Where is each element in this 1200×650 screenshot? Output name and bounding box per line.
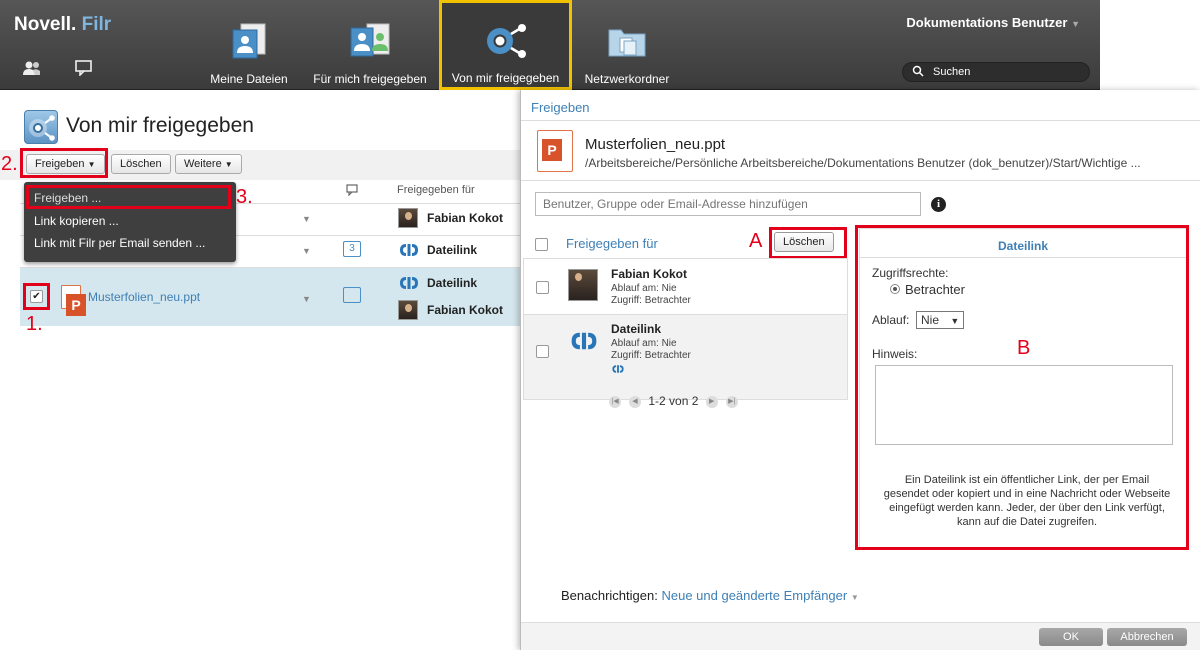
shared-with-me-icon bbox=[347, 22, 393, 63]
dialog-footer: OK Abbrechen bbox=[521, 622, 1200, 650]
next-page-icon[interactable]: ▶ bbox=[705, 395, 718, 408]
users-icon[interactable] bbox=[22, 60, 42, 80]
ppt-file-icon bbox=[537, 130, 573, 172]
network-folder-icon bbox=[605, 22, 649, 63]
dialog-title: Freigeben bbox=[531, 100, 590, 115]
more-button[interactable]: Weitere ▼ bbox=[175, 154, 242, 174]
recipient-expiry: Ablauf am: Nie bbox=[611, 338, 677, 349]
shared-with-name: Dateilink bbox=[427, 243, 478, 257]
recipient-list: Fabian Kokot Ablauf am: Nie Zugriff: Bet… bbox=[523, 258, 848, 400]
file-name-link[interactable]: Musterfolien_neu.ppt bbox=[88, 290, 200, 304]
add-recipient-input[interactable] bbox=[535, 192, 921, 216]
ok-button[interactable]: OK bbox=[1039, 628, 1103, 646]
annotation-step3: 3. bbox=[236, 186, 253, 208]
chevron-down-icon: ▼ bbox=[224, 160, 233, 169]
select-all-checkbox[interactable] bbox=[535, 238, 548, 251]
annotation-box-b bbox=[855, 225, 1189, 550]
search-icon bbox=[912, 64, 924, 82]
delete-button[interactable]: Löschen bbox=[111, 154, 171, 174]
search-box[interactable]: Suchen bbox=[902, 62, 1090, 82]
last-page-icon[interactable]: ▶| bbox=[725, 395, 738, 408]
chevron-down-icon: ▼ bbox=[1071, 19, 1080, 29]
annotation-box-step1 bbox=[23, 283, 50, 310]
annotation-step1: 1. bbox=[26, 313, 43, 335]
notify-select[interactable]: Neue und geänderte Empfänger ▼ bbox=[661, 588, 858, 603]
comments-column-icon bbox=[346, 184, 359, 199]
shared-with-name: Fabian Kokot bbox=[427, 211, 504, 225]
shared-by-me-page-icon bbox=[24, 110, 58, 144]
shared-for-header: Freigegeben für bbox=[566, 236, 658, 251]
top-bar: Novell. Filr Meine Dateien Für mich frei… bbox=[0, 0, 1100, 90]
comment-icon[interactable] bbox=[343, 287, 361, 303]
ppt-file-icon bbox=[61, 285, 86, 316]
chevron-down-icon: ▼ bbox=[850, 593, 859, 602]
column-shared-for[interactable]: Freigegeben für bbox=[397, 184, 475, 196]
recipient-checkbox[interactable] bbox=[536, 345, 549, 358]
first-page-icon[interactable]: |◀ bbox=[609, 395, 621, 408]
avatar bbox=[568, 269, 598, 301]
page-title: Von mir freigegeben bbox=[66, 114, 254, 137]
shared-with-name: Fabian Kokot bbox=[427, 303, 504, 317]
prev-page-icon[interactable]: ◀ bbox=[629, 395, 641, 408]
annotation-b: B bbox=[1017, 337, 1031, 359]
info-icon[interactable]: i bbox=[931, 197, 946, 212]
nav-network-folder[interactable]: Netzwerkordner bbox=[578, 0, 676, 90]
avatar bbox=[398, 208, 418, 228]
annotation-box-step2 bbox=[20, 148, 108, 178]
nav-my-files[interactable]: Meine Dateien bbox=[205, 0, 293, 90]
recipient-checkbox[interactable] bbox=[536, 281, 549, 294]
shared-by-me-icon bbox=[483, 22, 529, 63]
file-link-icon bbox=[568, 330, 600, 355]
notify-row: Benachrichtigen: Neue und geänderte Empf… bbox=[561, 588, 859, 603]
annotation-box-step3 bbox=[26, 185, 231, 209]
chat-icon[interactable] bbox=[74, 60, 94, 80]
cancel-button[interactable]: Abbrechen bbox=[1107, 628, 1187, 646]
novell-filr-logo[interactable]: Novell. Filr bbox=[14, 14, 111, 36]
recipient-access: Zugriff: Betrachter bbox=[611, 295, 691, 306]
row-menu-chevron[interactable]: ▼ bbox=[302, 294, 311, 304]
annotation-step2: 2. bbox=[1, 153, 18, 175]
dialog-file-name: Musterfolien_neu.ppt bbox=[585, 136, 726, 153]
annotation-a: A bbox=[749, 230, 763, 252]
user-menu[interactable]: Dokumentations Benutzer ▼ bbox=[906, 15, 1080, 30]
file-link-icon bbox=[398, 275, 420, 294]
my-files-icon bbox=[229, 22, 269, 63]
recipient-name: Dateilink bbox=[611, 322, 662, 336]
annotation-box-a bbox=[769, 227, 847, 259]
menu-item-copy-link[interactable]: Link kopieren ... bbox=[34, 214, 119, 228]
recipient-access: Zugriff: Betrachter bbox=[611, 350, 691, 361]
dialog-file-path: /Arbeitsbereiche/Persönliche Arbeitsbere… bbox=[585, 156, 1141, 170]
nav-shared-by-me[interactable]: Von mir freigegeben bbox=[439, 0, 572, 90]
row-menu-chevron[interactable]: ▼ bbox=[302, 214, 311, 224]
shared-with-name: Dateilink bbox=[427, 276, 478, 290]
row-menu-chevron[interactable]: ▼ bbox=[302, 246, 311, 256]
file-link-icon bbox=[398, 242, 420, 261]
recipient-expiry: Ablauf am: Nie bbox=[611, 283, 677, 294]
recipient-name: Fabian Kokot bbox=[611, 267, 688, 281]
menu-item-email-link[interactable]: Link mit Filr per Email senden ... bbox=[34, 236, 205, 250]
pager: |◀ ◀ 1-2 von 2 ▶ ▶| bbox=[605, 394, 742, 408]
share-dialog: Freigeben Musterfolien_neu.ppt /Arbeitsb… bbox=[520, 90, 1200, 650]
comment-count-icon[interactable]: 3 bbox=[343, 241, 361, 257]
avatar bbox=[398, 300, 418, 320]
file-link-small-icon bbox=[611, 363, 625, 377]
nav-shared-with-me[interactable]: Für mich freigegeben bbox=[307, 0, 433, 90]
